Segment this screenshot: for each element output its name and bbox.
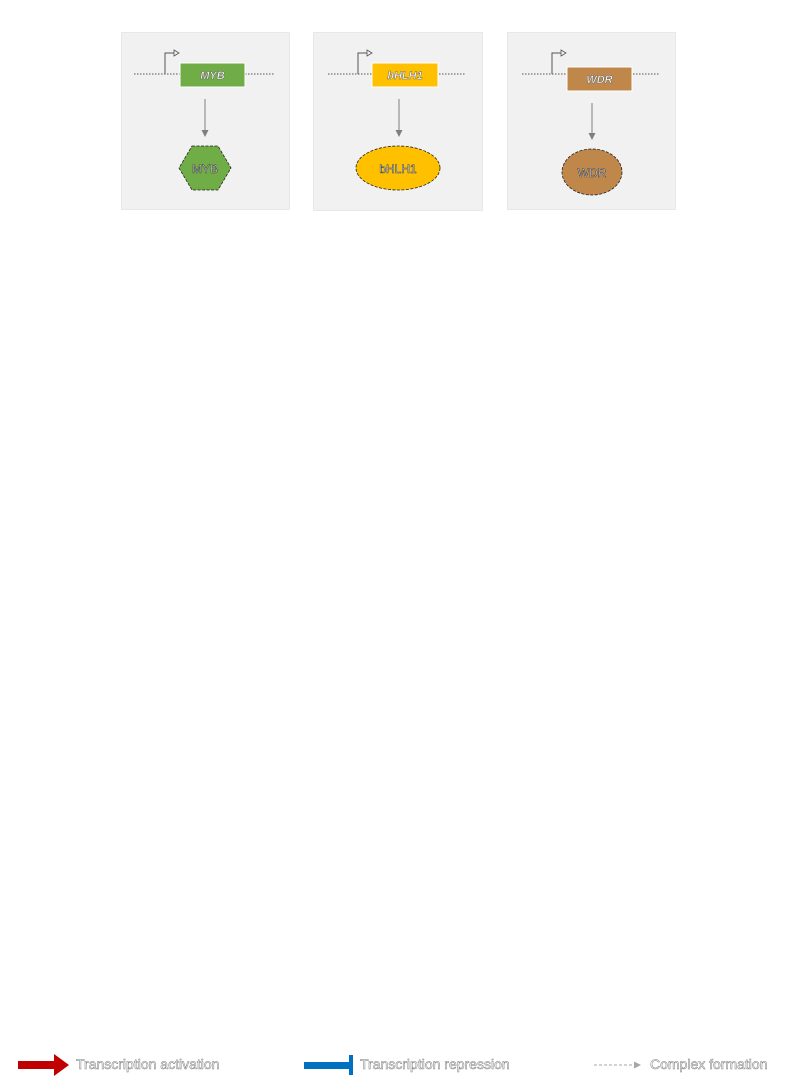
legend: Transcription activation Transcription r… [0,1048,810,1080]
gene-label: bHLH1 [387,70,422,82]
protein-label: bHLH1 [379,162,417,176]
panel-myb: MYB MYB [121,32,290,210]
promoter-arrow-icon [357,52,367,74]
legend-label-repression: Transcription repression [360,1056,510,1073]
gene-label: MYB [200,70,225,82]
promoter-arrowhead-icon [366,49,373,57]
dashed-arrow-icon [594,1061,641,1069]
legend-item-complex: Complex formation [594,1048,768,1080]
legend-item-repression: Transcription repression [304,1048,510,1080]
panel-bhlh1: bHLH1 bHLH1 [313,32,483,211]
protein-label: MYB [192,162,218,176]
diagram-page: MYB MYB bHLH1 bHLH1 WDR WDR Transcriptio… [0,0,810,1080]
gene-label: WDR [586,74,612,86]
legend-label-activation: Transcription activation [76,1056,220,1073]
legend-item-activation: Transcription activation [18,1048,220,1080]
expression-arrowhead-icon [395,130,403,137]
promoter-arrow-icon [164,52,174,74]
panel-wdr: WDR WDR [507,32,676,210]
protein-label: WDR [578,166,607,180]
legend-label-complex: Complex formation [650,1056,768,1073]
expression-arrowhead-icon [201,130,209,137]
red-arrow-icon [18,1054,69,1076]
expression-arrowhead-icon [588,133,596,140]
promoter-arrowhead-icon [560,49,567,57]
promoter-arrowhead-icon [173,49,180,57]
panel-bhlh1-svg: bHLH1 bHLH1 [328,49,466,191]
panel-myb-svg: MYB MYB [134,49,274,191]
panel-wdr-svg: WDR WDR [522,49,660,196]
blue-bar-icon [304,1055,353,1075]
promoter-arrow-icon [551,52,561,74]
